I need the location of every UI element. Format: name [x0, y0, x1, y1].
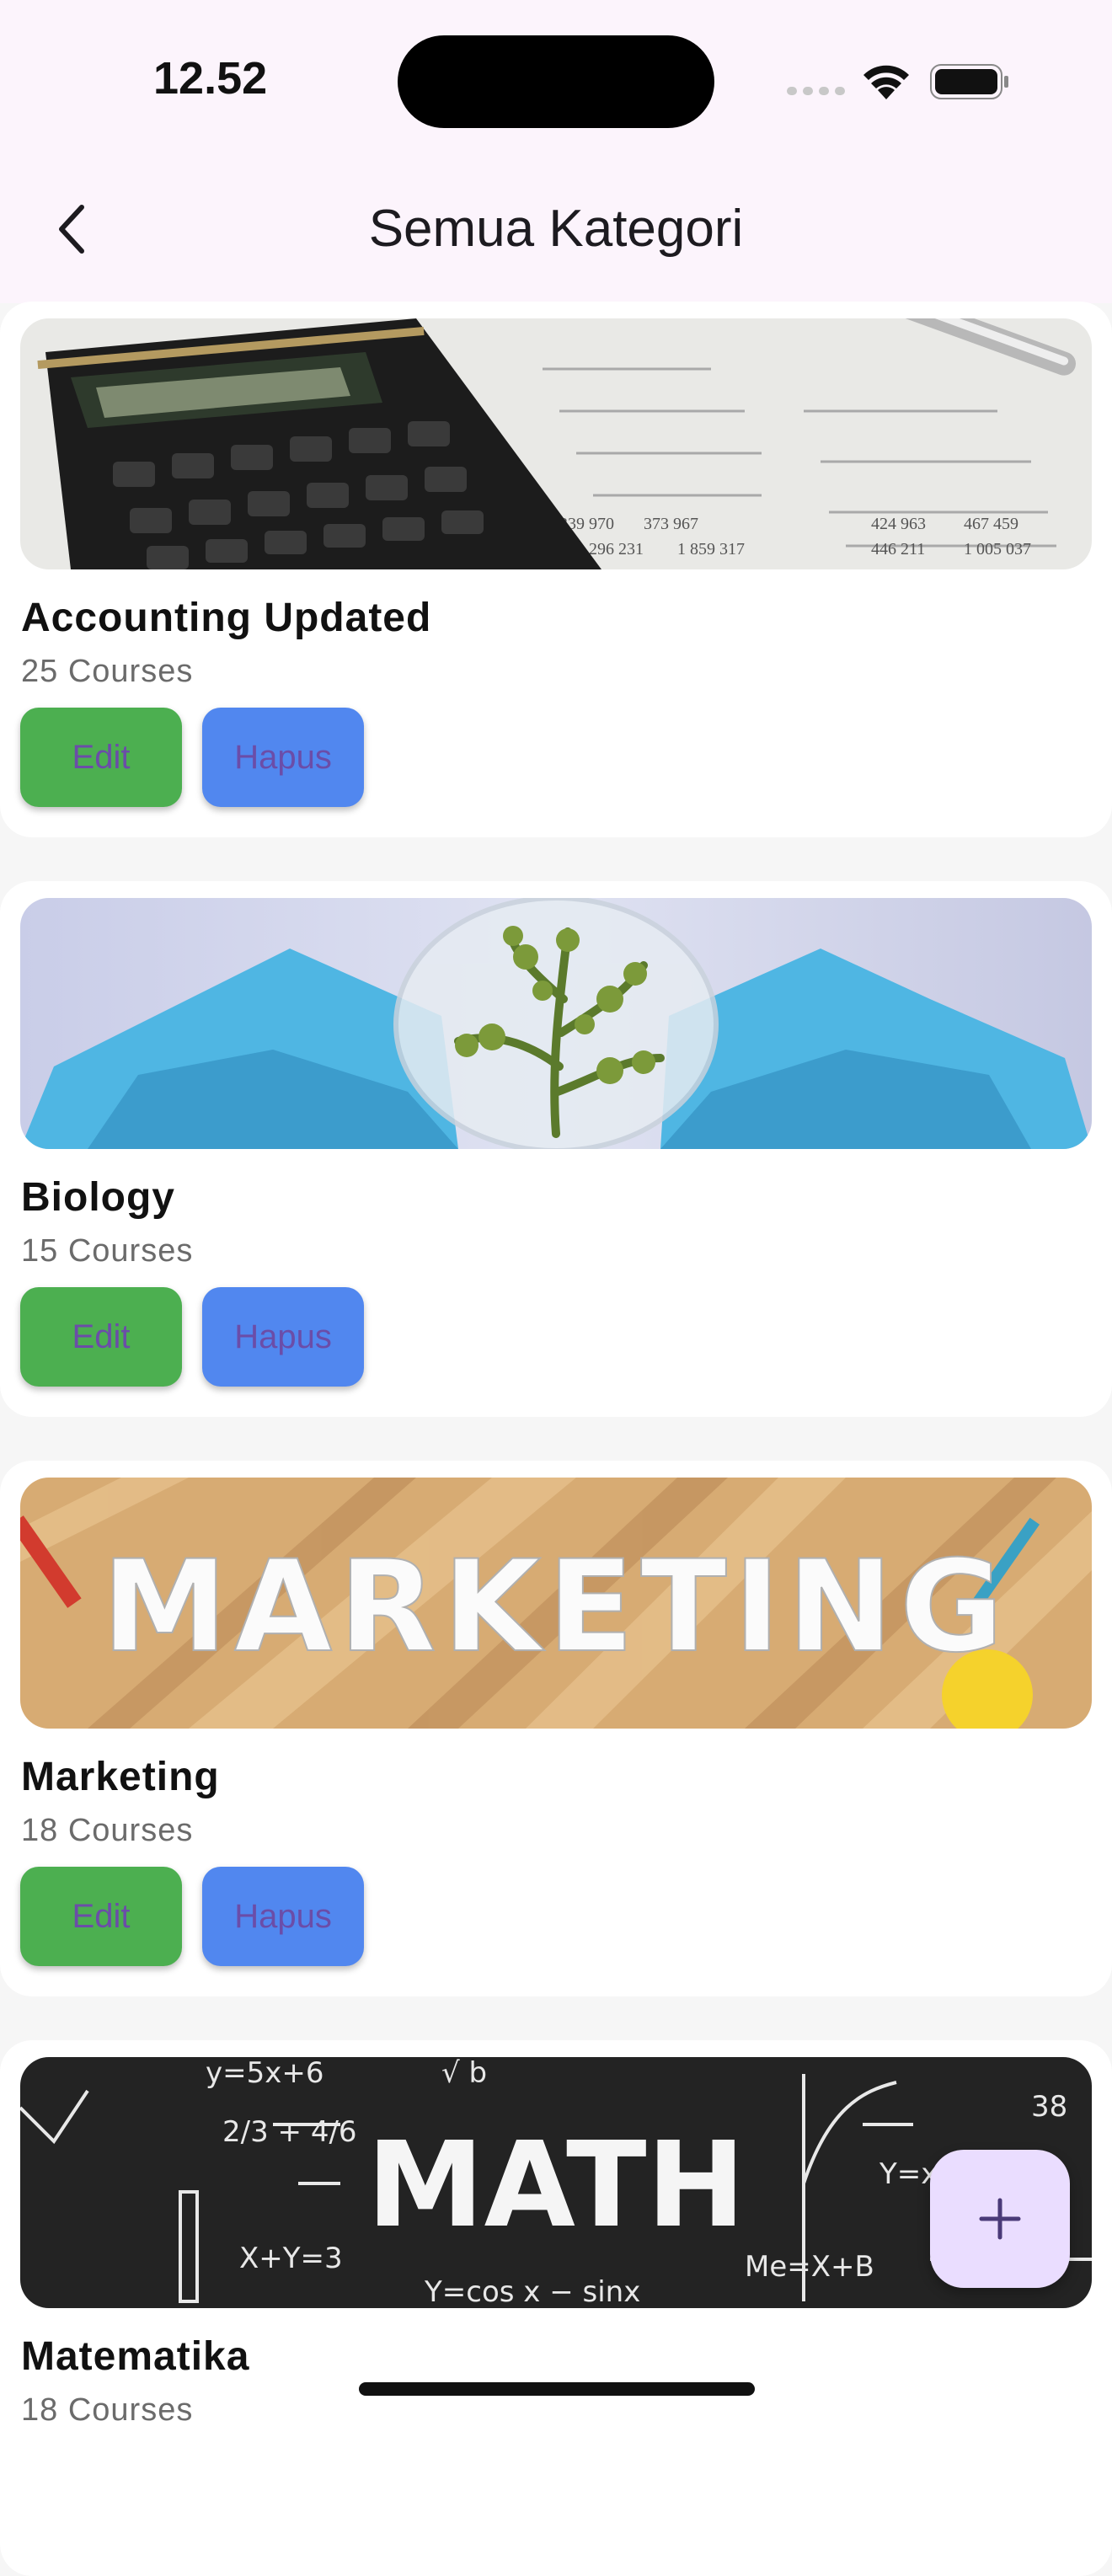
svg-text:X+Y=3: X+Y=3 — [239, 2242, 343, 2275]
category-image — [20, 898, 1092, 1149]
status-time: 12.52 — [153, 53, 268, 104]
category-name: Matematika — [21, 2334, 250, 2379]
category-course-count: 18 Courses — [21, 2392, 194, 2428]
category-name: Marketing — [21, 1755, 220, 1799]
svg-text:y=5x+6: y=5x+6 — [206, 2057, 323, 2090]
svg-text:1 005 037: 1 005 037 — [964, 540, 1031, 558]
category-image: 339 970 373 967 1 296 231 1 859 317 424 96… — [20, 318, 1092, 569]
plus-icon — [979, 2198, 1021, 2240]
page-title: Semua Kategori — [368, 200, 744, 258]
category-image: MARKETING — [20, 1478, 1092, 1729]
cellular-signal-icon — [787, 87, 845, 95]
svg-text:424 963: 424 963 — [871, 515, 926, 533]
wifi-icon — [863, 65, 909, 99]
edit-button[interactable]: Edit — [20, 1867, 182, 1966]
svg-text:1 859 317: 1 859 317 — [677, 540, 745, 558]
category-name: Accounting Updated — [21, 596, 432, 640]
app-bar: Semua Kategori — [0, 160, 1112, 303]
delete-button[interactable]: Hapus — [202, 1287, 364, 1387]
category-course-count: 25 Courses — [21, 654, 194, 689]
category-course-count: 18 Courses — [21, 1813, 194, 1848]
svg-text:Y=cos x − sinx: Y=cos x − sinx — [424, 2275, 640, 2308]
svg-text:2/3 + 4/6: 2/3 + 4/6 — [222, 2115, 357, 2149]
category-card[interactable]: y=5x+6 √ b 2/3 + 4/6 X+Y=3 Y=cos x − sin… — [0, 2040, 1112, 2576]
add-category-button[interactable] — [930, 2150, 1070, 2288]
svg-text:373 967: 373 967 — [644, 515, 698, 533]
home-indicator — [359, 2382, 755, 2396]
dynamic-island — [398, 35, 714, 128]
category-card[interactable]: Biology 15 Courses Edit Hapus — [0, 881, 1112, 1417]
status-bar: 12.52 — [0, 0, 1112, 160]
battery-icon — [930, 64, 1008, 99]
category-name: Biology — [21, 1175, 175, 1220]
category-card[interactable]: MARKETING Marketing 18 Courses Edit Hapu… — [0, 1461, 1112, 1996]
svg-text:38: 38 — [1031, 2090, 1067, 2124]
svg-text:446 211: 446 211 — [871, 540, 925, 558]
image-caption-text: MATH — [366, 2117, 745, 2254]
svg-text:467 459: 467 459 — [964, 515, 1018, 533]
image-caption-text: MARKETING — [102, 1534, 1010, 1681]
svg-text:Me=X+B: Me=X+B — [745, 2250, 874, 2284]
delete-button[interactable]: Hapus — [202, 1867, 364, 1966]
delete-button[interactable]: Hapus — [202, 708, 364, 807]
edit-button[interactable]: Edit — [20, 1287, 182, 1387]
svg-text:√ b: √ b — [441, 2057, 487, 2090]
category-card[interactable]: 339 970 373 967 1 296 231 1 859 317 424 96… — [0, 302, 1112, 837]
edit-button[interactable]: Edit — [20, 708, 182, 807]
category-course-count: 15 Courses — [21, 1233, 194, 1269]
